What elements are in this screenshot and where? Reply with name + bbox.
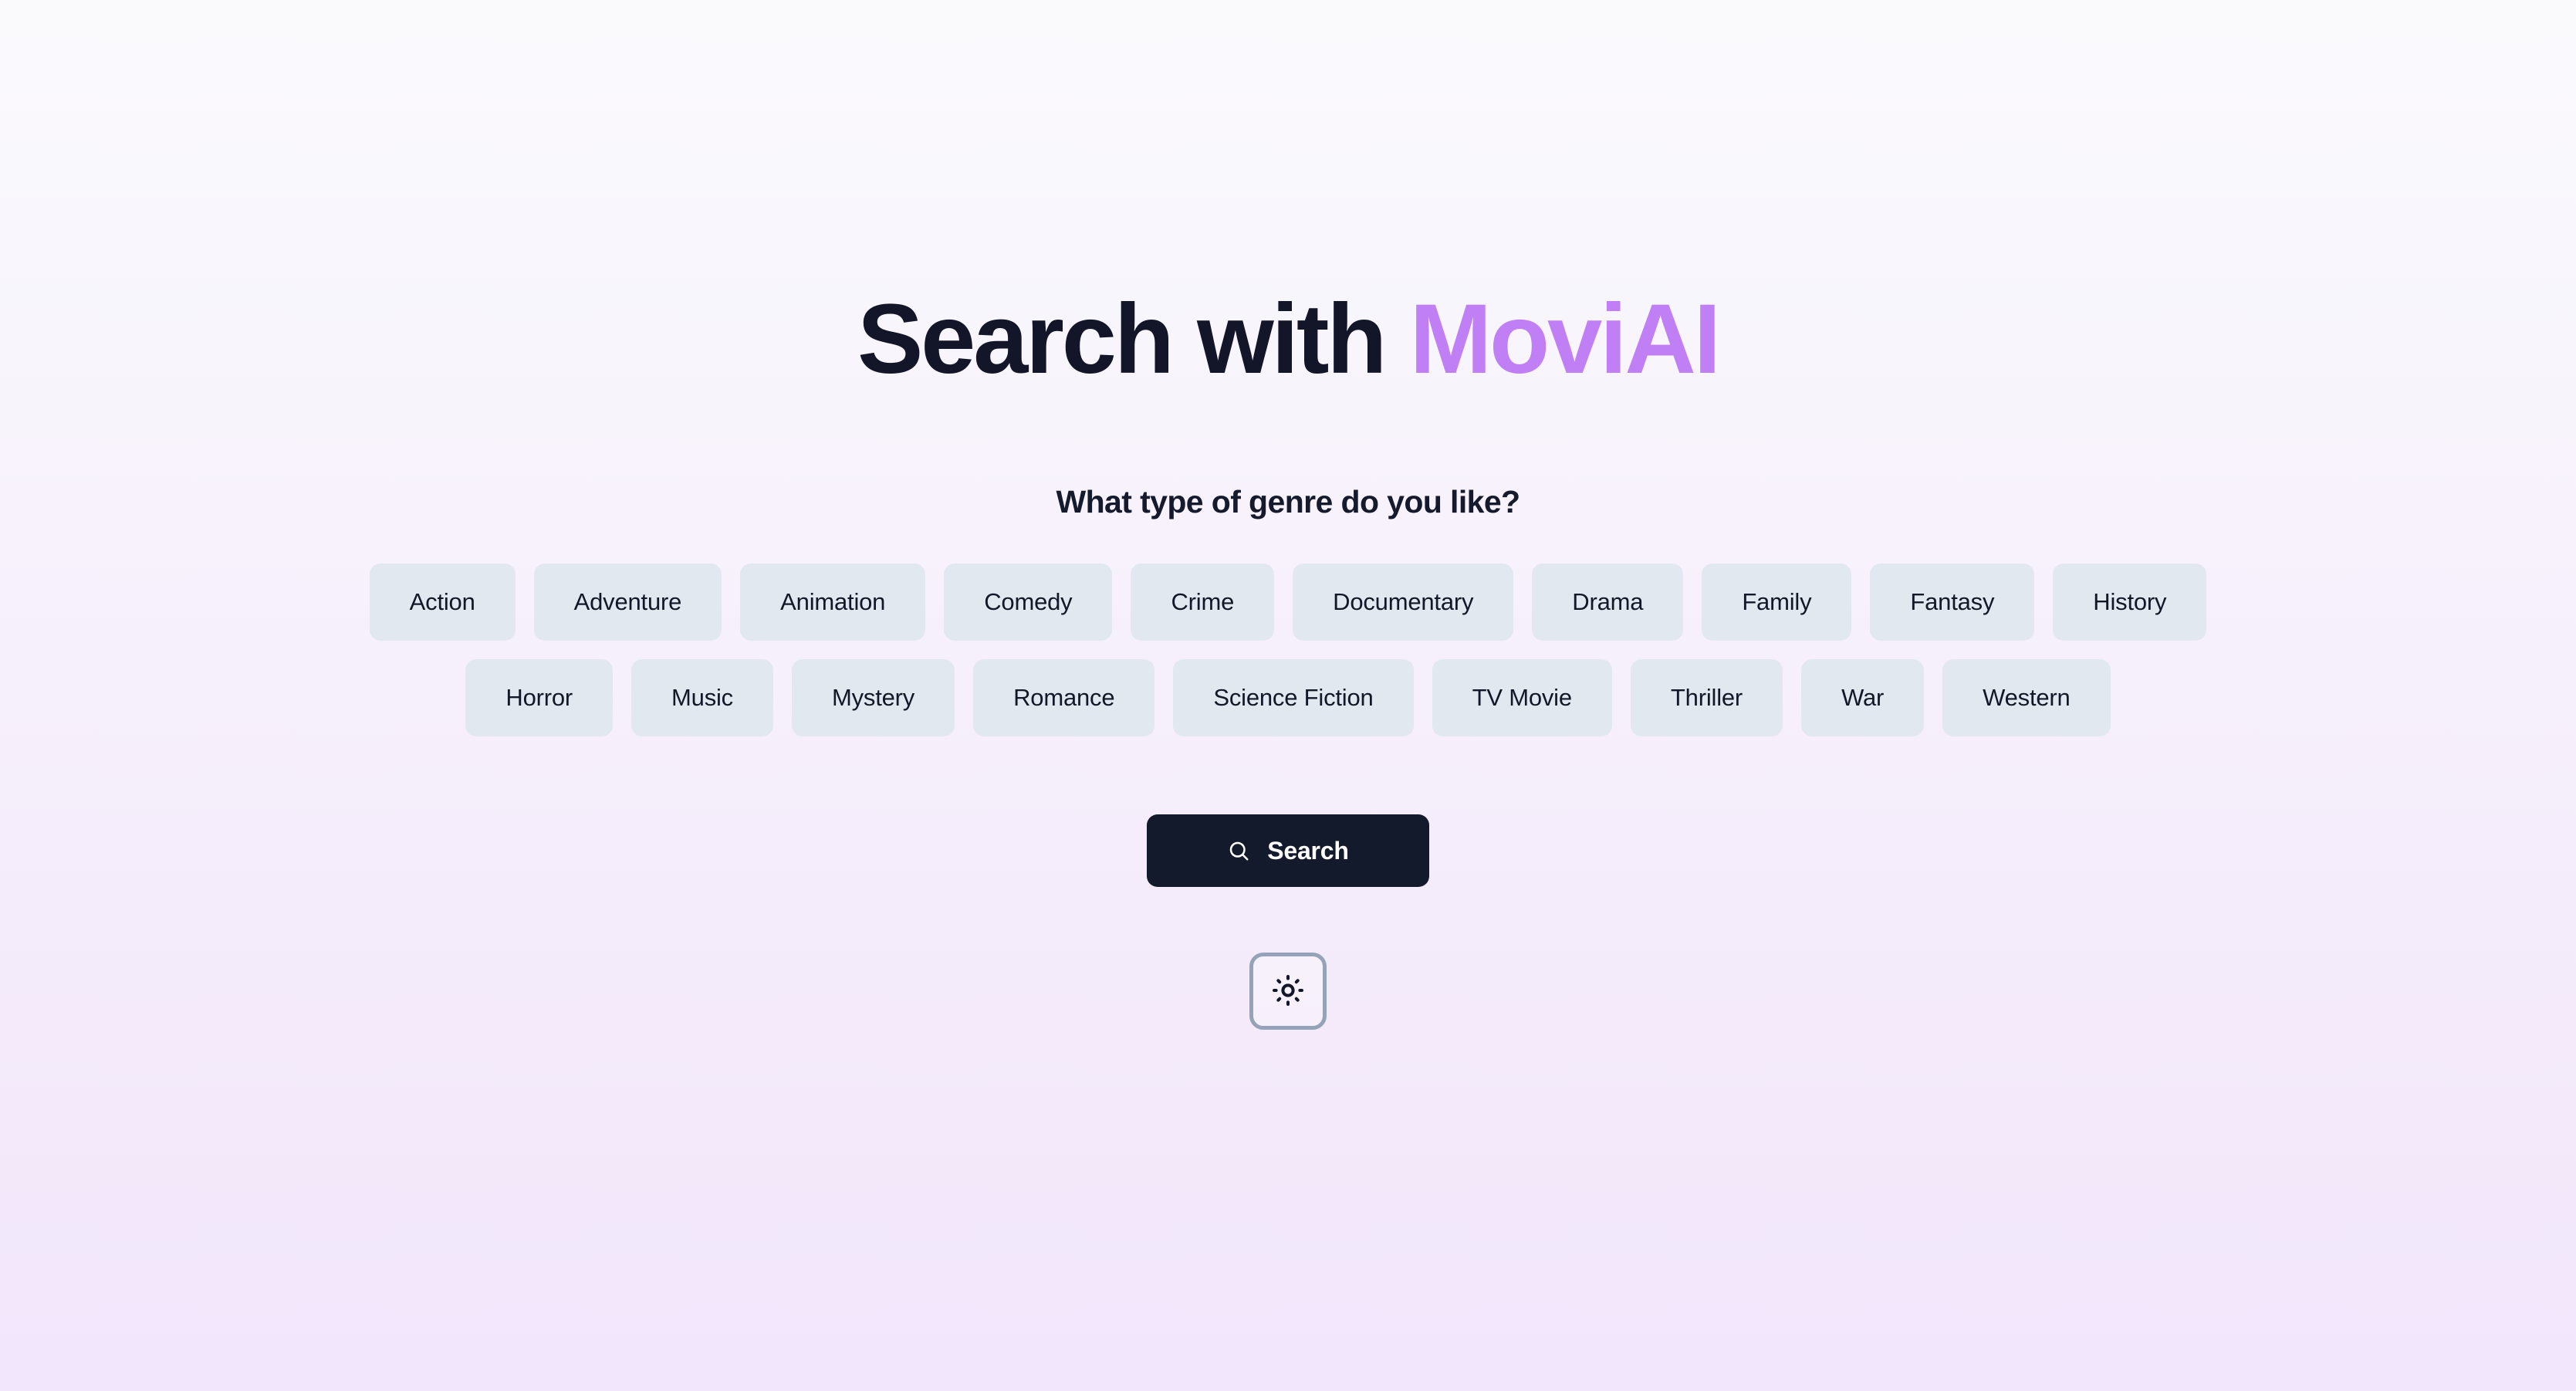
search-button-label: Search <box>1267 836 1349 865</box>
genre-chip-horror[interactable]: Horror <box>465 659 614 736</box>
genre-chip-action[interactable]: Action <box>369 564 516 641</box>
genre-row-1: Action Adventure Animation Comedy Crime Docum… <box>369 564 2207 641</box>
genre-chip-fantasy[interactable]: Fantasy <box>1870 564 2035 641</box>
genre-chip-family[interactable]: Family <box>1702 564 1852 641</box>
page-title-prefix: Search with <box>857 284 1410 394</box>
genre-chip-tv-movie[interactable]: TV Movie <box>1432 659 1612 736</box>
page-title-accent: MoviAI <box>1409 284 1722 394</box>
genre-chip-mystery[interactable]: Mystery <box>791 659 955 736</box>
genre-chip-documentary[interactable]: Documentary <box>1293 564 1514 641</box>
genre-chip-animation[interactable]: Animation <box>740 564 926 641</box>
genre-chip-adventure[interactable]: Adventure <box>533 564 722 641</box>
genre-chip-history[interactable]: History <box>2053 564 2207 641</box>
genre-chip-label: Animation <box>780 588 886 615</box>
search-button-container: Search <box>1147 814 1429 887</box>
genre-chip-western[interactable]: Western <box>1942 659 2111 736</box>
genre-chip-comedy[interactable]: Comedy <box>944 564 1113 641</box>
genre-chip-label: War <box>1841 684 1885 711</box>
genre-chip-label: Crime <box>1171 588 1235 615</box>
genre-chip-label: Documentary <box>1333 588 1474 615</box>
genre-chip-label: Western <box>1983 684 2071 711</box>
genre-chip-label: Romance <box>1013 684 1115 711</box>
genre-chip-science-fiction[interactable]: Science Fiction <box>1173 659 1414 736</box>
genre-chip-thriller[interactable]: Thriller <box>1630 659 1783 736</box>
genre-chip-drama[interactable]: Drama <box>1532 564 1684 641</box>
genre-chip-label: TV Movie <box>1472 684 1573 711</box>
genre-chip-label: History <box>2093 588 2167 615</box>
genre-chip-label: Horror <box>505 684 573 711</box>
genre-chip-label: Mystery <box>831 684 915 711</box>
sun-icon <box>1271 973 1305 1010</box>
genre-chip-crime[interactable]: Crime <box>1131 564 1275 641</box>
genre-row-2: Horror Music Mystery Romance Science Fiction… <box>465 659 2111 736</box>
genre-chip-label: Fantasy <box>1910 588 1995 615</box>
page-root: Search with MoviAI What type of genre do… <box>0 0 2576 1391</box>
search-button[interactable]: Search <box>1147 814 1429 887</box>
page-title: Search with MoviAI <box>857 290 1721 389</box>
genre-chip-label: Drama <box>1572 588 1644 615</box>
search-icon <box>1227 839 1250 862</box>
genre-chip-war[interactable]: War <box>1801 659 1925 736</box>
genre-prompt-subtitle: What type of genre do you like? <box>1056 484 1520 520</box>
genre-chip-label: Adventure <box>573 588 682 615</box>
genre-chip-group: Action Adventure Animation Comedy Crime Docum… <box>369 564 2207 736</box>
genre-chip-label: Action <box>409 588 475 615</box>
genre-chip-label: Music <box>671 684 733 711</box>
genre-chip-label: Family <box>1742 588 1812 615</box>
genre-chip-label: Thriller <box>1670 684 1743 711</box>
genre-chip-label: Comedy <box>984 588 1073 615</box>
genre-chip-label: Science Fiction <box>1213 684 1374 711</box>
genre-chip-music[interactable]: Music <box>631 659 773 736</box>
theme-toggle-button[interactable] <box>1249 953 1327 1030</box>
theme-toggle-container <box>1249 953 1327 1030</box>
genre-chip-romance[interactable]: Romance <box>973 659 1155 736</box>
